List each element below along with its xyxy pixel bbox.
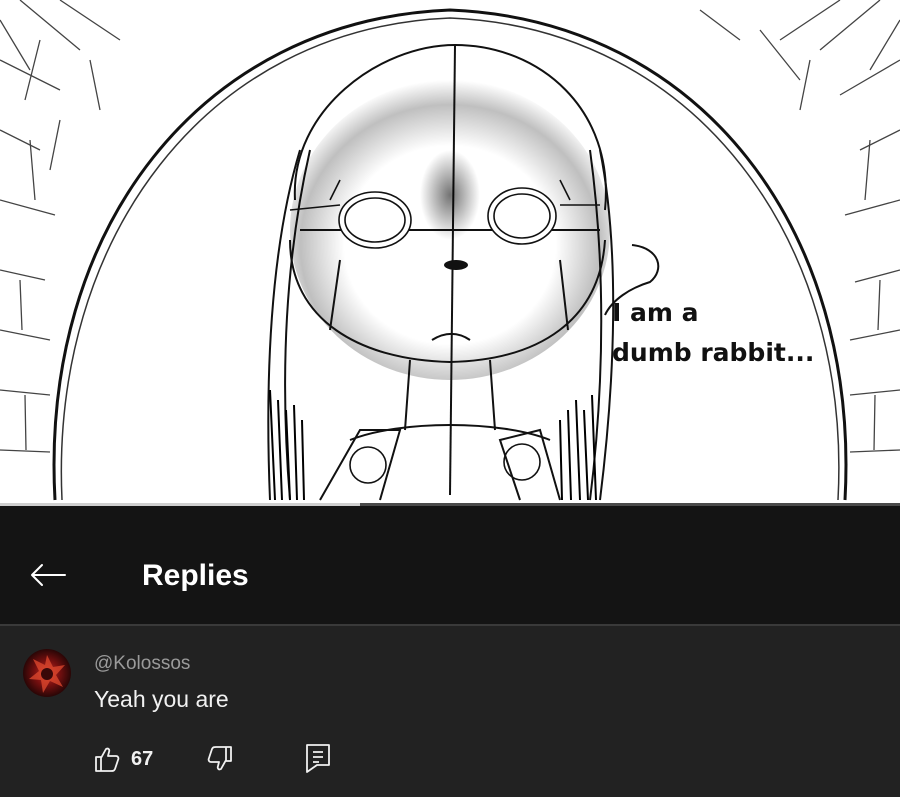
page-title: Replies [142, 559, 249, 592]
avatar[interactable] [23, 649, 71, 697]
comment-text: Yeah you are [94, 686, 229, 712]
speech-bubble-text: I am a dumb rabbit... [612, 298, 815, 367]
thumbs-up-icon [95, 747, 120, 772]
thumbs-down-icon [207, 746, 232, 771]
reply-comment-icon [306, 744, 330, 773]
like-count: 67 [131, 747, 154, 770]
video-frame[interactable]: I am a dumb rabbit... [0, 0, 900, 505]
back-button[interactable] [26, 553, 70, 597]
comment-author[interactable]: @Kolossos [94, 653, 190, 675]
sketch-illustration [0, 0, 900, 501]
reply-button[interactable] [300, 740, 336, 776]
like-button[interactable]: 67 [93, 742, 153, 776]
dislike-button[interactable] [203, 742, 237, 776]
avatar-image [29, 655, 65, 693]
replies-header [0, 506, 900, 625]
arrow-left-icon [31, 564, 66, 586]
